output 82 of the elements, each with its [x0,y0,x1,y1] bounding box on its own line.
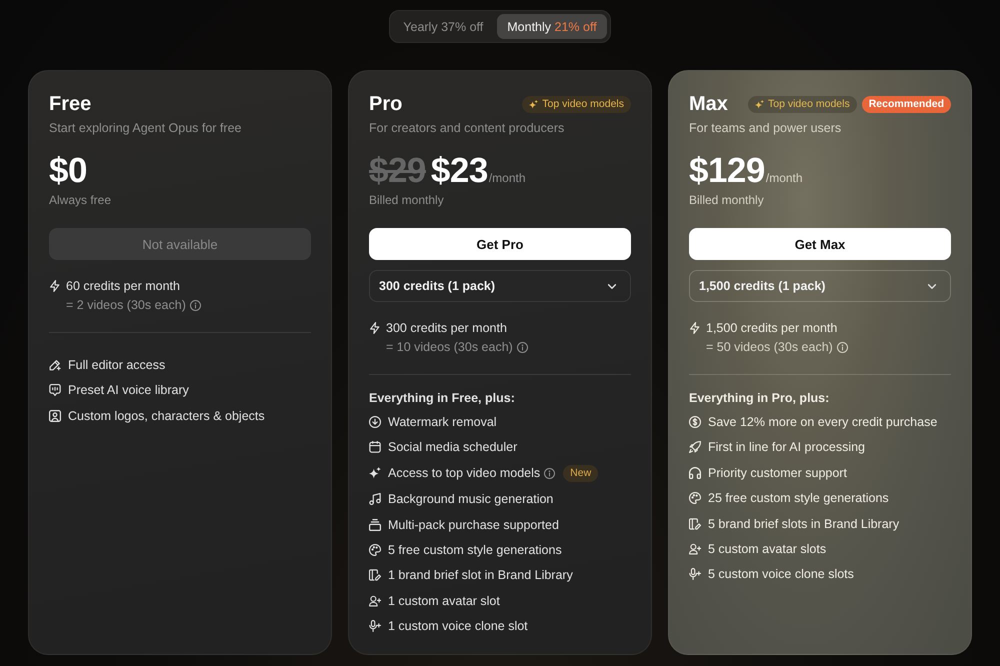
feature-label: 5 custom avatar slots [708,540,826,557]
price: $0 [49,151,87,191]
feature-label: Background music generation [388,491,554,508]
feature-label: Priority customer support [708,464,847,481]
credit-pack-select[interactable]: 300 credits (1 pack) [369,270,631,302]
info-icon[interactable] [516,342,528,352]
user-plus-icon [369,594,381,607]
credits-label: 300 credits per month [386,320,507,336]
lightning-icon [369,322,381,334]
plan-subtitle: For creators and content producers [369,120,566,136]
new-badge: New [563,464,598,482]
portrait-icon [49,410,61,422]
plan-subtitle: Start exploring Agent Opus for free [49,120,242,136]
credit-pack-select[interactable]: 1,500 credits (1 pack) [689,270,951,302]
credits-label: 60 credits per month [66,278,180,294]
chevron-down-icon [928,284,936,288]
rocket-icon [689,441,701,454]
price-period: /month [488,170,526,187]
feature-label: Access to top video models [388,465,540,482]
palette-icon [369,544,381,556]
music-note-icon [369,493,381,506]
chevron-down-icon [608,284,616,288]
user-plus-icon [689,542,701,555]
tag-label: Top video models [768,98,850,110]
feature-label: Full editor access [68,357,166,373]
feature-label: Watermark removal [388,414,497,430]
plan-name: Free [49,92,92,116]
credits-detail: = 2 videos (30s each) [66,297,186,313]
billing-tab[interactable]: Yearly 37% off [393,14,494,39]
tag-label: Top video models [542,98,624,110]
lightning-icon [49,280,61,292]
stack-icon [369,518,381,531]
recommended-tag: Recommended [862,96,951,112]
features-heading: Everything in Free, plus: [369,390,516,406]
feature-label: First in line for AI processing [708,439,866,456]
info-icon[interactable] [836,342,848,352]
price-period: /month [766,170,803,187]
plan-button[interactable]: Get Pro [369,228,631,260]
feature-label: 5 custom voice clone slots [708,566,854,582]
sparkle-icon [755,100,764,108]
features-heading: Everything in Pro, plus: [689,390,830,406]
feature-label: 5 brand brief slots in Brand Library [708,516,900,532]
palette-icon [689,492,701,504]
billing-note: Always free [49,192,112,208]
microphone-plus-icon [689,568,701,580]
feature-label: 25 free custom style generations [708,490,889,506]
microphone-plus-icon [369,620,381,632]
coin-icon [689,416,701,428]
calendar-icon [369,441,381,454]
billing-tab[interactable]: Monthly 21% off [497,14,607,39]
credits-detail: = 10 videos (30s each) [386,339,513,355]
feature-label: 1 brand brief slot in Brand Library [388,567,573,584]
feature-label: Social media scheduler [388,439,518,456]
plan-subtitle: For teams and power users [689,120,842,136]
feature-label: 1 custom avatar slot [388,592,500,609]
feature-label: Custom logos, characters & objects [68,408,265,424]
feature-label: Multi-pack purchase supported [388,516,559,533]
feature-label: 5 free custom style generations [388,542,562,558]
feature-label: Preset AI voice library [68,382,189,398]
info-icon[interactable] [544,468,556,479]
sparkle-icon [529,100,538,108]
arrow-down-circle-icon [369,416,381,428]
price: $129 [689,151,765,191]
plan-name: Max [689,92,728,116]
book-icon [369,569,381,582]
original-price: $29 [369,151,426,191]
pencil-icon [49,359,61,371]
book-icon [689,518,701,530]
plan-name: Pro [369,92,402,116]
plan-button[interactable]: Get Max [689,228,951,260]
headphones-icon [689,466,701,479]
sparkle-icon [369,467,381,480]
billing-note: Billed monthly [689,192,765,208]
credits-detail: = 50 videos (30s each) [706,339,833,355]
info-icon[interactable] [190,300,201,310]
feature-label: Save 12% more on every credit purchase [708,414,938,430]
chat-bubble-icon [49,384,61,396]
billing-note: Billed monthly [369,192,445,208]
price: $23 [430,151,488,191]
lightning-icon [689,322,701,334]
feature-label: 1 custom voice clone slot [388,618,528,634]
credits-label: 1,500 credits per month [706,320,838,336]
